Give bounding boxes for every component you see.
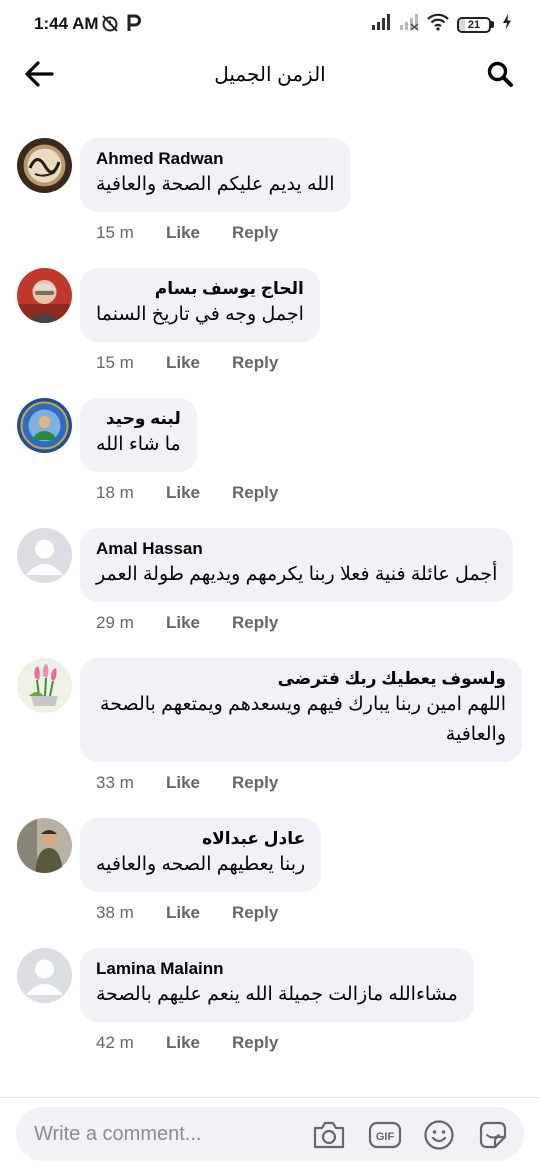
comment-meta: 38 m Like Reply: [96, 902, 540, 924]
system-icons: 21: [371, 13, 512, 36]
reply-button[interactable]: Reply: [232, 903, 278, 923]
like-button[interactable]: Like: [166, 483, 232, 503]
comment-bubble: عادل عبدالاه ربنا يعطيهم الصحه والعافيه: [80, 818, 322, 892]
camera-icon[interactable]: [312, 1118, 346, 1152]
comment-author[interactable]: Lamina Malainn: [96, 958, 458, 980]
comment-text: ما شاء الله: [96, 434, 181, 455]
avatar[interactable]: [17, 398, 72, 453]
reply-button[interactable]: Reply: [232, 223, 278, 243]
alarm-off-icon: [100, 13, 120, 38]
comment-item: Lamina Malainn مشاءالله مازالت جميلة الل…: [0, 948, 540, 1054]
signal-off-icon: [399, 13, 419, 36]
comment-bubble: Ahmed Radwan الله يديم عليكم الصحة والعا…: [80, 138, 351, 212]
like-button[interactable]: Like: [166, 223, 232, 243]
comment-bubble: الحاج يوسف بسام اجمل وجه في تاريخ السنما: [80, 268, 320, 342]
comment-author[interactable]: الحاج يوسف بسام: [96, 278, 304, 300]
comment-time: 15 m: [96, 353, 134, 372]
comment-meta: 15 m Like Reply: [96, 222, 540, 244]
comment-item: عادل عبدالاه ربنا يعطيهم الصحه والعافيه …: [0, 818, 540, 924]
comment-item: ولسوف يعطيك ربك فترضى اللهم امين ربنا يب…: [0, 658, 540, 794]
comment-item: Amal Hassan أجمل عائلة فنية فعلا ربنا يك…: [0, 528, 540, 634]
avatar[interactable]: [17, 528, 72, 583]
like-button[interactable]: Like: [166, 353, 232, 373]
comment-time: 15 m: [96, 223, 134, 242]
comment-text: مشاءالله مازالت جميلة الله ينعم عليهم با…: [96, 984, 458, 1005]
comment-text: اللهم امين ربنا يبارك فيهم ويسعدهم ويمتع…: [100, 694, 506, 745]
comment-bubble: Amal Hassan أجمل عائلة فنية فعلا ربنا يك…: [80, 528, 514, 602]
comment-time: 33 m: [96, 773, 134, 792]
signal-icon: [371, 13, 391, 36]
reply-button[interactable]: Reply: [232, 1033, 278, 1053]
comment-bubble: لبنه وحيد ما شاء الله: [80, 398, 197, 472]
reply-button[interactable]: Reply: [232, 773, 278, 793]
comment-meta: 29 m Like Reply: [96, 612, 540, 634]
svg-text:GIF: GIF: [376, 1131, 395, 1143]
comment-time: 29 m: [96, 613, 134, 632]
avatar[interactable]: [17, 948, 72, 1003]
avatar[interactable]: [17, 658, 72, 713]
charging-icon: [502, 13, 512, 36]
like-button[interactable]: Like: [166, 903, 232, 923]
comment-item: Ahmed Radwan الله يديم عليكم الصحة والعا…: [0, 138, 540, 244]
comment-bubble: ولسوف يعطيك ربك فترضى اللهم امين ربنا يب…: [80, 658, 522, 762]
comment-time: 18 m: [96, 483, 134, 502]
status-time: 1:44 AM: [34, 14, 99, 33]
comment-meta: 18 m Like Reply: [96, 482, 540, 504]
avatar[interactable]: [17, 138, 72, 193]
like-button[interactable]: Like: [166, 613, 232, 633]
wifi-icon: [427, 13, 449, 36]
comment-meta: 42 m Like Reply: [96, 1032, 540, 1054]
comment-author[interactable]: ولسوف يعطيك ربك فترضى: [96, 668, 506, 690]
reply-button[interactable]: Reply: [232, 483, 278, 503]
page-title: الزمن الجميل: [214, 64, 326, 86]
like-button[interactable]: Like: [166, 773, 232, 793]
comment-author[interactable]: Amal Hassan: [96, 538, 497, 560]
comment-text: ربنا يعطيهم الصحه والعافيه: [96, 854, 306, 875]
search-button[interactable]: [482, 58, 518, 94]
header: الزمن الجميل: [0, 48, 540, 104]
reply-button[interactable]: Reply: [232, 353, 278, 373]
comment-text: اجمل وجه في تاريخ السنما: [96, 304, 304, 325]
avatar[interactable]: [17, 818, 72, 873]
comment-bubble: Lamina Malainn مشاءالله مازالت جميلة الل…: [80, 948, 474, 1022]
comment-author[interactable]: عادل عبدالاه: [96, 828, 305, 850]
battery-icon: 21: [457, 16, 494, 33]
gif-icon[interactable]: GIF: [368, 1118, 402, 1152]
like-button[interactable]: Like: [166, 1033, 232, 1053]
composer-divider: [0, 1097, 540, 1098]
comment-author[interactable]: Ahmed Radwan: [96, 148, 335, 170]
back-button[interactable]: [20, 58, 58, 94]
comment-author[interactable]: لبنه وحيد: [96, 408, 181, 430]
status-bar: 1:44 AM 21: [0, 0, 540, 48]
battery-fill: [459, 18, 466, 31]
arrow-left-icon: [24, 60, 54, 92]
comment-list: Ahmed Radwan الله يديم عليكم الصحة والعا…: [0, 138, 540, 1078]
sticker-icon[interactable]: [476, 1118, 510, 1152]
comment-input[interactable]: [34, 1107, 304, 1161]
reply-button[interactable]: Reply: [232, 613, 278, 633]
comment-text: أجمل عائلة فنية فعلا ربنا يكرمهم ويديهم …: [96, 564, 498, 585]
search-icon: [486, 60, 514, 93]
comment-meta: 15 m Like Reply: [96, 352, 540, 374]
comment-meta: 33 m Like Reply: [96, 772, 540, 794]
comment-time: 42 m: [96, 1033, 134, 1052]
battery-level: 21: [467, 18, 481, 31]
comment-time: 38 m: [96, 903, 134, 922]
notification-icons: [100, 13, 142, 38]
comment-item: لبنه وحيد ما شاء الله 18 m Like Reply: [0, 398, 540, 504]
emoji-icon[interactable]: [422, 1118, 456, 1152]
p-icon: [126, 13, 142, 38]
comment-composer: GIF: [16, 1107, 524, 1161]
avatar[interactable]: [17, 268, 72, 323]
comment-item: الحاج يوسف بسام اجمل وجه في تاريخ السنما…: [0, 268, 540, 374]
comment-text: الله يديم عليكم الصحة والعافية: [96, 174, 335, 195]
